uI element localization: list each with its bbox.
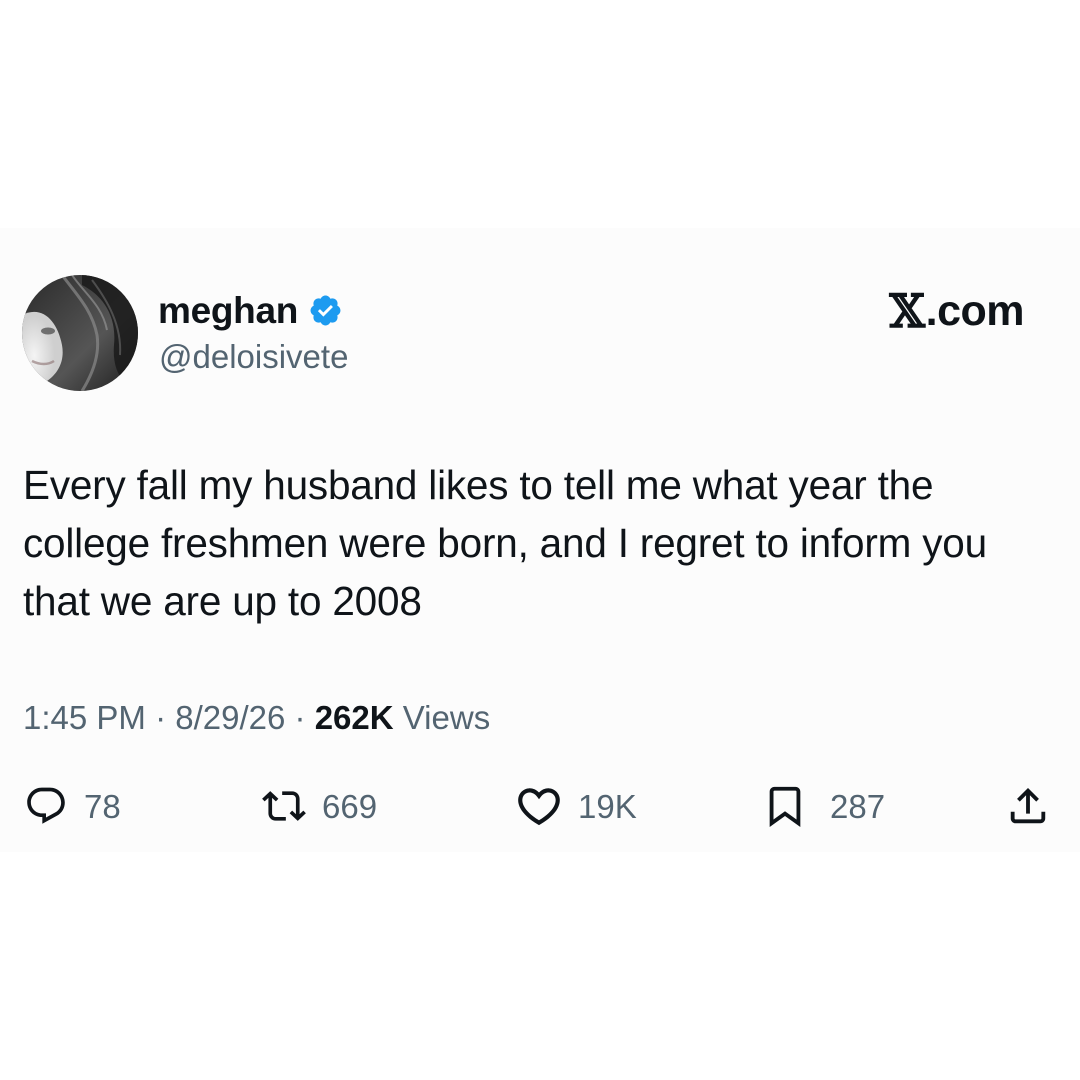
tweet-date[interactable]: 8/29/26 bbox=[175, 699, 285, 736]
bookmark-count: 287 bbox=[830, 787, 886, 825]
brand-logo: 𝕏 .com bbox=[889, 284, 1025, 338]
like-button[interactable]: 19K bbox=[514, 778, 637, 834]
retweet-count: 669 bbox=[322, 787, 378, 825]
heart-icon bbox=[514, 781, 564, 831]
tweet-time[interactable]: 1:45 PM bbox=[23, 699, 146, 736]
tweet-text: Every fall my husband likes to tell me w… bbox=[23, 462, 987, 624]
views-label: Views bbox=[402, 699, 491, 736]
retweet-icon bbox=[262, 784, 306, 828]
like-count: 19K bbox=[578, 787, 637, 825]
tweet-meta: 1:45 PM · 8/29/26 · 262K Views bbox=[23, 698, 490, 738]
action-bar: 78 669 19K 287 bbox=[0, 778, 1080, 834]
author-handle[interactable]: @deloisivete bbox=[159, 337, 348, 377]
share-button[interactable] bbox=[1005, 778, 1051, 834]
meta-separator: · bbox=[294, 699, 306, 736]
tweet-card: meghan @deloisivete 𝕏 .com Every fall my … bbox=[0, 228, 1080, 852]
meta-separator: · bbox=[155, 699, 167, 736]
share-icon bbox=[1005, 783, 1051, 829]
avatar[interactable] bbox=[22, 275, 138, 391]
views-count: 262K bbox=[314, 699, 394, 736]
author-display-name[interactable]: meghan bbox=[158, 292, 298, 329]
reply-icon bbox=[24, 784, 68, 828]
brand-domain: .com bbox=[925, 286, 1025, 335]
x-logo-icon: 𝕏 bbox=[889, 284, 925, 338]
bookmark-icon bbox=[762, 783, 808, 829]
bookmark-button[interactable]: 287 bbox=[762, 778, 885, 834]
reply-count: 78 bbox=[84, 787, 121, 825]
retweet-button[interactable]: 669 bbox=[262, 778, 377, 834]
author-name-row: meghan bbox=[158, 286, 343, 334]
reply-button[interactable]: 78 bbox=[24, 778, 121, 834]
verified-badge-icon[interactable] bbox=[308, 293, 343, 328]
